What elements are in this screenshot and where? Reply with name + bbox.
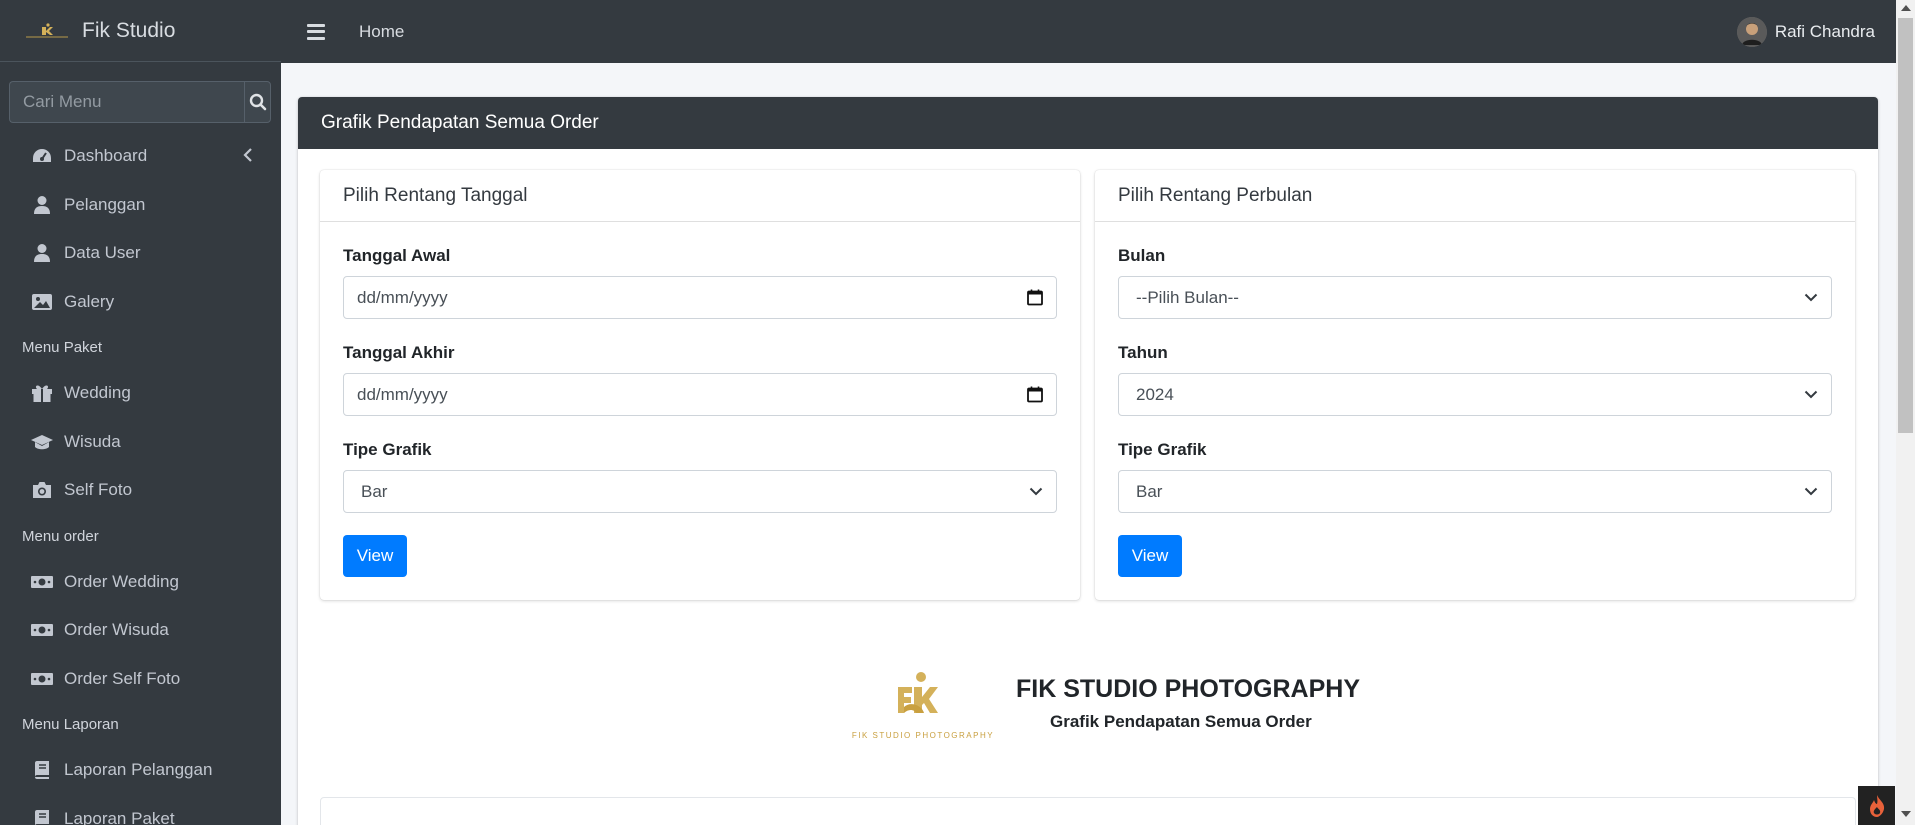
- sidebar-header-order: Menu order: [22, 527, 99, 545]
- sidebar-item-dashboard[interactable]: Dashboard: [0, 132, 281, 181]
- sidebar-item-label: Data User: [64, 243, 141, 263]
- end-date-input[interactable]: dd/mm/yyyy: [343, 373, 1057, 416]
- brand-name: Fik Studio: [82, 18, 176, 42]
- image-icon: [30, 292, 54, 312]
- sidebar-item-laporan-paket[interactable]: Laporan Paket: [0, 795, 281, 825]
- sidebar-item-label: Laporan Paket: [64, 808, 175, 825]
- chart-type-value: Bar: [1136, 481, 1163, 501]
- sidebar: Fik Studio Dashboard Pelanggan: [0, 0, 281, 825]
- view-button[interactable]: View: [1118, 535, 1182, 577]
- end-date-label: Tanggal Akhir: [343, 343, 455, 362]
- sidebar-item-label: Order Wedding: [64, 571, 179, 591]
- menu-toggle-icon[interactable]: [307, 23, 325, 40]
- logo-text: FIK STUDIO PHOTOGRAPHY: [852, 731, 994, 740]
- sidebar-item-pelanggan[interactable]: Pelanggan: [0, 181, 281, 230]
- search-input[interactable]: [9, 81, 244, 123]
- date-range-card: Pilih Rentang Tanggal Tanggal Awal dd/mm…: [320, 170, 1080, 600]
- sidebar-item-order-self-foto[interactable]: Order Self Foto: [0, 655, 281, 704]
- sidebar-item-label: Order Self Foto: [64, 668, 181, 688]
- sidebar-item-label: Galery: [64, 291, 115, 311]
- search-button[interactable]: [244, 81, 271, 123]
- end-date-value: dd/mm/yyyy: [357, 384, 448, 404]
- year-value: 2024: [1136, 384, 1174, 404]
- sidebar-item-label: Self Foto: [64, 480, 133, 500]
- start-date-value: dd/mm/yyyy: [357, 287, 448, 307]
- start-date-label: Tanggal Awal: [343, 246, 451, 265]
- sidebar-item-label: Wedding: [64, 383, 131, 403]
- scroll-down-icon[interactable]: [1901, 811, 1911, 817]
- user-icon: [30, 195, 54, 215]
- page-title: Grafik Pendapatan Semua Order: [298, 97, 1878, 149]
- calendar-icon[interactable]: [1027, 386, 1043, 403]
- page-scrollbar[interactable]: [1896, 0, 1915, 825]
- chart-type-label: Tipe Grafik: [1118, 440, 1207, 459]
- month-range-card: Pilih Rentang Perbulan Bulan --Pilih Bul…: [1095, 170, 1855, 600]
- chevron-down-icon: [1804, 487, 1818, 496]
- gift-icon: [30, 383, 54, 403]
- view-button[interactable]: View: [343, 535, 407, 577]
- topbar: Home Rafi Chandra: [281, 0, 1896, 63]
- search-icon: [249, 93, 266, 111]
- calendar-icon[interactable]: [1027, 289, 1043, 306]
- book-icon: [30, 760, 54, 780]
- year-select[interactable]: 2024: [1118, 373, 1832, 416]
- sidebar-item-label: Order Wisuda: [64, 620, 169, 640]
- month-select[interactable]: --Pilih Bulan--: [1118, 276, 1832, 319]
- brand-logo: [24, 20, 70, 42]
- sidebar-item-label: Pelanggan: [64, 194, 146, 214]
- sidebar-item-order-wisuda[interactable]: Order Wisuda: [0, 606, 281, 655]
- sidebar-header-laporan: Menu Laporan: [22, 716, 119, 733]
- start-date-input[interactable]: dd/mm/yyyy: [343, 276, 1057, 319]
- chevron-down-icon: [1804, 390, 1818, 399]
- report-heading: FIK STUDIO PHOTOGRAPHY FIK STUDIO PHOTOG…: [838, 667, 1378, 747]
- money-icon: [30, 620, 54, 640]
- flame-icon: [1869, 794, 1884, 817]
- chart-type-value: Bar: [361, 481, 388, 501]
- sidebar-search: [9, 81, 271, 123]
- sidebar-header-paket: Menu Paket: [22, 339, 103, 356]
- graduation-cap-icon: [30, 432, 54, 452]
- sidebar-item-data-user[interactable]: Data User: [0, 229, 281, 278]
- money-icon: [30, 572, 54, 592]
- sidebar-item-wedding[interactable]: Wedding: [0, 369, 281, 418]
- scroll-thumb[interactable]: [1898, 18, 1913, 433]
- sidebar-item-label: Wisuda: [64, 431, 121, 451]
- brand-link[interactable]: Fik Studio: [0, 0, 281, 62]
- month-range-card-title: Pilih Rentang Perbulan: [1095, 170, 1855, 222]
- sidebar-item-wisuda[interactable]: Wisuda: [0, 418, 281, 467]
- month-value: --Pilih Bulan--: [1136, 287, 1239, 307]
- sidebar-item-laporan-pelanggan[interactable]: Laporan Pelanggan: [0, 746, 281, 795]
- report-title: FIK STUDIO PHOTOGRAPHY: [1016, 675, 1361, 703]
- chevron-down-icon: [1804, 293, 1818, 302]
- report-subtitle: Grafik Pendapatan Semua Order: [1050, 712, 1312, 731]
- user-icon: [30, 243, 54, 263]
- chart-type-select[interactable]: Bar: [343, 470, 1057, 513]
- user-name: Rafi Chandra: [1774, 22, 1875, 41]
- studio-logo: FIK STUDIO PHOTOGRAPHY: [852, 672, 994, 740]
- sidebar-item-galery[interactable]: Galery: [0, 278, 281, 327]
- main-card: Grafik Pendapatan Semua Order Pilih Rent…: [298, 97, 1878, 825]
- chart-card: [320, 797, 1856, 825]
- book-icon: [30, 809, 54, 825]
- chevron-down-icon: [1029, 487, 1043, 496]
- sidebar-item-label: Dashboard: [64, 146, 148, 166]
- sidebar-item-order-wedding[interactable]: Order Wedding: [0, 558, 281, 607]
- avatar: [1736, 17, 1767, 47]
- sidebar-nav: Dashboard Pelanggan Data User Galery Men…: [0, 132, 281, 825]
- user-menu[interactable]: Rafi Chandra: [1736, 17, 1875, 47]
- chart-type-select[interactable]: Bar: [1118, 470, 1832, 513]
- month-label: Bulan: [1118, 246, 1166, 265]
- debug-toolbar-button[interactable]: [1858, 786, 1895, 825]
- year-label: Tahun: [1118, 343, 1168, 362]
- scroll-up-icon[interactable]: [1901, 5, 1911, 11]
- date-range-card-title: Pilih Rentang Tanggal: [320, 170, 1080, 222]
- money-icon: [30, 669, 54, 689]
- chart-type-label: Tipe Grafik: [343, 440, 432, 459]
- home-link[interactable]: Home: [359, 22, 404, 42]
- chevron-left-icon: [243, 148, 252, 162]
- sidebar-item-label: Laporan Pelanggan: [64, 760, 213, 780]
- camera-icon: [30, 480, 54, 500]
- dashboard-icon: [30, 146, 54, 166]
- sidebar-item-self-foto[interactable]: Self Foto: [0, 466, 281, 515]
